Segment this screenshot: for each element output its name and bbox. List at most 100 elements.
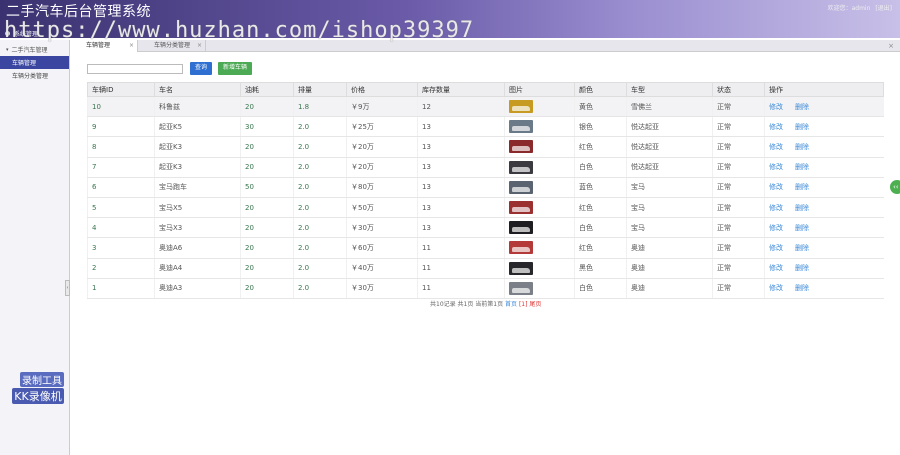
table-row: 3 奥迪A6 20 2.0 ￥60万 11 红色 奥迪 正常 修改 删除 <box>87 237 884 259</box>
close-icon[interactable]: × <box>197 40 202 52</box>
cell-price: ￥20万 <box>346 157 418 178</box>
cell-color: 红色 <box>574 237 627 259</box>
add-car-button[interactable]: 新增车辆 <box>218 62 253 75</box>
edit-link[interactable]: 修改 <box>769 183 783 191</box>
cell-price: ￥30万 <box>346 217 418 239</box>
cell-stock: 13 <box>417 116 505 138</box>
cell-color: 白色 <box>574 278 627 299</box>
sidebar-group-car-management[interactable]: ▾ 二手汽车管理 <box>0 40 69 56</box>
close-all-tabs-icon[interactable]: × <box>888 40 894 52</box>
cell-actions: 修改 删除 <box>764 136 884 158</box>
edit-link[interactable]: 修改 <box>769 204 783 212</box>
last-page-link[interactable]: 尾页 <box>529 301 541 308</box>
home-nav-item[interactable]: 系统管理 <box>5 29 38 38</box>
cell-displacement: 2.0 <box>293 258 347 279</box>
cell-actions: 修改 删除 <box>764 217 884 239</box>
delete-link[interactable]: 删除 <box>795 103 809 111</box>
current-page[interactable]: [1] <box>519 301 528 308</box>
cell-id: 7 <box>87 157 155 178</box>
col-header-id: 车辆ID <box>87 82 155 97</box>
delete-link[interactable]: 删除 <box>795 123 809 131</box>
sidebar-item-car-management[interactable]: 车辆管理 <box>0 56 69 69</box>
delete-link[interactable]: 删除 <box>795 244 809 252</box>
cell-image <box>504 217 575 239</box>
cell-color: 黄色 <box>574 96 627 118</box>
cell-displacement: 2.0 <box>293 116 347 138</box>
logout-link[interactable]: [退出] <box>875 5 892 12</box>
delete-link[interactable]: 删除 <box>795 204 809 212</box>
edit-link[interactable]: 修改 <box>769 103 783 111</box>
cell-status: 正常 <box>712 177 765 198</box>
cell-fuel: 20 <box>240 96 294 118</box>
table-row: 10 科鲁兹 20 1.8 ￥9万 12 黄色 雪佛兰 正常 修改 删除 <box>87 96 884 118</box>
sidebar-item-car-category[interactable]: 车辆分类管理 <box>0 69 69 82</box>
cell-id: 6 <box>87 177 155 198</box>
query-button[interactable]: 查询 <box>190 62 213 75</box>
cell-image <box>504 177 575 198</box>
cell-image <box>504 157 575 178</box>
cell-id: 1 <box>87 278 155 299</box>
cell-name: 奥迪A6 <box>154 237 241 259</box>
app-title: 二手汽车后台管理系统 <box>6 4 151 20</box>
cell-displacement: 2.0 <box>293 217 347 239</box>
col-header-displacement: 排量 <box>293 82 347 97</box>
delete-link[interactable]: 删除 <box>795 143 809 151</box>
delete-link[interactable]: 删除 <box>795 284 809 292</box>
sidebar-group-label: 二手汽车管理 <box>11 47 48 54</box>
table-row: 5 宝马X5 20 2.0 ￥50万 13 红色 宝马 正常 修改 删除 <box>87 197 884 219</box>
cell-fuel: 20 <box>240 157 294 178</box>
recorder-watermark: 录制工具 KK录像机 <box>12 372 64 404</box>
car-thumbnail <box>509 160 533 174</box>
cell-status: 正常 <box>712 197 765 219</box>
app-header: 二手汽车后台管理系统 欢迎您：admin [退出] <box>0 0 900 38</box>
edit-link[interactable]: 修改 <box>769 244 783 252</box>
cell-stock: 12 <box>417 96 505 118</box>
edit-link[interactable]: 修改 <box>769 264 783 272</box>
edit-link[interactable]: 修改 <box>769 224 783 232</box>
edit-link[interactable]: 修改 <box>769 284 783 292</box>
cell-image <box>504 197 575 219</box>
tab-car-category[interactable]: 车辆分类管理 × <box>138 40 206 52</box>
top-nav: 系统管理 <box>0 26 38 40</box>
cell-fuel: 50 <box>240 177 294 198</box>
cell-actions: 修改 删除 <box>764 96 884 118</box>
cell-name: 宝马跑车 <box>154 177 241 198</box>
car-thumbnail <box>509 100 533 114</box>
car-thumbnail <box>509 241 533 255</box>
cell-stock: 13 <box>417 217 505 239</box>
col-header-color: 颜色 <box>574 82 627 97</box>
car-thumbnail <box>509 221 533 235</box>
cell-name: 奥迪A3 <box>154 278 241 299</box>
sidebar-collapse-handle[interactable]: ‹ <box>65 280 70 296</box>
delete-link[interactable]: 删除 <box>795 183 809 191</box>
cell-name: 起亚K3 <box>154 157 241 178</box>
delete-link[interactable]: 删除 <box>795 163 809 171</box>
first-page-link[interactable]: 首页 <box>505 301 517 308</box>
cell-status: 正常 <box>712 258 765 279</box>
table-row: 6 宝马跑车 50 2.0 ￥80万 13 蓝色 宝马 正常 修改 删除 <box>87 177 884 198</box>
close-icon[interactable]: × <box>129 40 134 52</box>
tab-car-management[interactable]: 车辆管理 × <box>70 40 138 52</box>
edit-link[interactable]: 修改 <box>769 163 783 171</box>
delete-link[interactable]: 删除 <box>795 224 809 232</box>
cell-id: 2 <box>87 258 155 279</box>
cell-price: ￥50万 <box>346 197 418 219</box>
edit-link[interactable]: 修改 <box>769 143 783 151</box>
cell-status: 正常 <box>712 278 765 299</box>
cell-fuel: 30 <box>240 116 294 138</box>
delete-link[interactable]: 删除 <box>795 264 809 272</box>
side-expand-icon[interactable]: ‹‹ <box>890 180 900 194</box>
col-header-price: 价格 <box>346 82 418 97</box>
table-row: 2 奥迪A4 20 2.0 ￥40万 11 黑色 奥迪 正常 修改 删除 <box>87 258 884 279</box>
edit-link[interactable]: 修改 <box>769 123 783 131</box>
search-input[interactable] <box>87 63 183 74</box>
cell-displacement: 2.0 <box>293 197 347 219</box>
pagination-summary: 共10记录 共1页 当前第1页 <box>430 301 504 308</box>
car-thumbnail <box>509 120 533 134</box>
pagination: 共10记录 共1页 当前第1页 首页 [1] 尾页 <box>430 299 541 308</box>
cell-stock: 13 <box>417 177 505 198</box>
cell-color: 红色 <box>574 197 627 219</box>
cell-name: 起亚K5 <box>154 116 241 138</box>
cell-displacement: 2.0 <box>293 177 347 198</box>
cell-price: ￥30万 <box>346 278 418 299</box>
